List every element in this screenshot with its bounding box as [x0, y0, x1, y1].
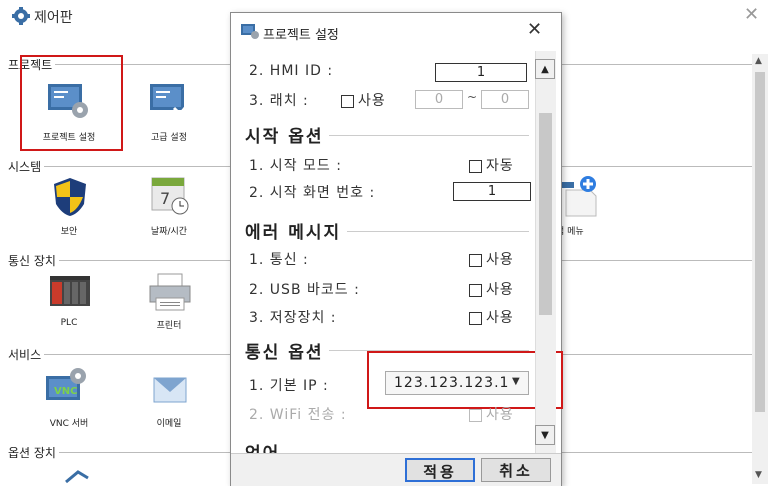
- base-ip-label: 1. 기본 IP :: [249, 378, 329, 394]
- svg-text:VNC: VNC: [54, 386, 77, 397]
- checkbox-box[interactable]: [469, 253, 482, 267]
- section-label-system: 시스템: [8, 158, 45, 175]
- storage-error-checkbox[interactable]: 사용: [469, 307, 514, 327]
- latch-from-input: 0: [415, 90, 463, 109]
- comm-error-checkbox[interactable]: 사용: [469, 249, 514, 269]
- project-settings-icon: [48, 84, 88, 118]
- security-label: 보안: [60, 227, 78, 237]
- vnc-server-label: VNC 서버: [49, 419, 89, 429]
- plc-label: PLC: [60, 318, 78, 328]
- date-time-label: 날짜/시간: [150, 227, 188, 237]
- cancel-button[interactable]: 취소: [481, 458, 551, 482]
- section-label-comm-device: 통신 장치: [8, 252, 59, 269]
- main-scroll-up-icon[interactable]: ▲: [755, 56, 762, 66]
- advanced-settings-item[interactable]: 고급 설정: [130, 78, 210, 144]
- vnc-server-icon: VNC: [46, 368, 86, 400]
- storage-error-label: 3. 저장장치 :: [249, 310, 337, 326]
- advanced-settings-label: 고급 설정: [151, 133, 187, 143]
- start-mode-auto-checkbox[interactable]: 자동: [469, 155, 514, 175]
- security-item[interactable]: 보안: [30, 176, 110, 238]
- window-title: 제어판: [34, 10, 73, 26]
- usb-barcode-label: 2. USB 바코드 :: [249, 282, 360, 298]
- project-settings-item[interactable]: 프로젝트 설정: [30, 78, 110, 144]
- project-settings-dialog: 프로젝트 설정 ✕ 2. HMI ID : 1 3. 래치 : 사용 0 ~ 0…: [230, 12, 563, 486]
- checkbox-box[interactable]: [469, 283, 482, 297]
- popup-menu-label: 업 메뉴: [556, 227, 584, 237]
- dialog-title: 프로젝트 설정: [263, 28, 339, 43]
- plc-icon: [50, 276, 90, 306]
- dialog-button-bar: 적용 취소: [231, 453, 561, 486]
- checkbox-box: [469, 408, 482, 422]
- email-item[interactable]: 이메일: [130, 364, 210, 429]
- start-screen-input[interactable]: 1: [453, 182, 531, 201]
- advanced-settings-icon: [150, 84, 192, 117]
- base-ip-highlight: [367, 351, 563, 409]
- group-title-language: 언어: [245, 439, 287, 453]
- email-icon: [153, 377, 187, 403]
- wifi-transfer-label: 2. WiFi 전송 :: [249, 407, 347, 423]
- scroll-up-icon[interactable]: ▲: [535, 59, 555, 79]
- vnc-server-item[interactable]: VNC VNC 서버: [30, 364, 110, 429]
- main-scroll-down-icon[interactable]: ▼: [755, 470, 762, 480]
- hmi-id-input[interactable]: 1: [435, 63, 527, 82]
- scroll-down-icon[interactable]: ▼: [535, 425, 555, 445]
- comm-error-label: 1. 통신 :: [249, 252, 309, 268]
- calendar-clock-icon: 7: [151, 177, 189, 215]
- start-mode-label: 1. 시작 모드 :: [249, 158, 342, 174]
- checkbox-box[interactable]: [469, 159, 482, 173]
- security-shield-icon: [54, 178, 86, 216]
- section-label-service: 서비스: [8, 346, 45, 363]
- group-title-error-messages: 에러 메시지: [245, 218, 348, 243]
- apply-button[interactable]: 적용: [405, 458, 475, 482]
- section-label-option-device: 옵션 장치: [8, 444, 59, 461]
- usb-barcode-checkbox[interactable]: 사용: [469, 279, 514, 299]
- latch-range-separator: ~: [467, 90, 479, 104]
- project-settings-label: 프로젝트 설정: [42, 133, 96, 143]
- main-close-icon[interactable]: ✕: [744, 4, 759, 25]
- printer-label: 프린터: [156, 321, 182, 331]
- main-scrollbar-thumb[interactable]: [755, 72, 765, 412]
- latch-label: 3. 래치 :: [249, 93, 309, 109]
- printer-icon: [149, 273, 191, 311]
- start-screen-label: 2. 시작 화면 번호 :: [249, 185, 376, 201]
- latch-to-input: 0: [481, 90, 529, 109]
- control-panel-icon: [12, 7, 30, 25]
- language-group-clip: 언어: [245, 433, 525, 453]
- dialog-scrollbar-thumb[interactable]: [539, 113, 552, 315]
- group-title-comm-options: 통신 옵션: [245, 338, 330, 363]
- checkbox-box[interactable]: [469, 311, 482, 325]
- dialog-close-icon[interactable]: ✕: [527, 19, 542, 40]
- group-title-start-options: 시작 옵션: [245, 122, 330, 147]
- dialog-title-icon: [241, 24, 259, 39]
- latch-checkbox[interactable]: 사용: [341, 90, 386, 110]
- hmi-id-label: 2. HMI ID :: [249, 63, 334, 79]
- svg-text:7: 7: [160, 189, 170, 208]
- date-time-item[interactable]: 7 날짜/시간: [130, 176, 210, 238]
- wifi-transfer-checkbox: 사용: [469, 404, 514, 424]
- email-label: 이메일: [156, 419, 182, 429]
- plc-item[interactable]: PLC: [30, 270, 110, 332]
- checkbox-box[interactable]: [341, 94, 354, 108]
- popup-menu-item[interactable]: 업 메뉴: [556, 176, 640, 238]
- option-device-icon: [65, 470, 89, 484]
- printer-item[interactable]: 프린터: [130, 270, 210, 332]
- popup-menu-icon: [560, 176, 597, 217]
